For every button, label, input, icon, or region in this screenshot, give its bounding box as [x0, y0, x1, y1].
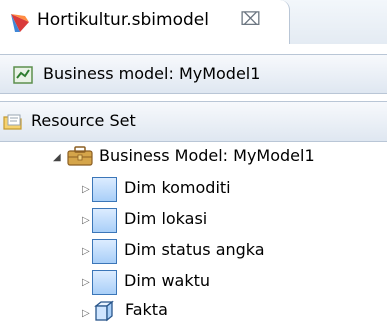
tree-item-dim-waktu[interactable]: ▷ Dim waktu [0, 266, 387, 297]
tree-item-fakta[interactable]: ▷ Fakta [0, 297, 387, 328]
sbi-model-icon [11, 14, 29, 32]
editor-tab-bar: Hortikultur.sbimodel ⌧ [0, 0, 387, 44]
business-model-section-header[interactable]: Business model: MyModel1 [0, 54, 387, 94]
tree-item-label: Dim status angka [124, 240, 265, 259]
collapsed-triangle-icon[interactable]: ▷ [82, 247, 92, 257]
business-model-icon [13, 66, 33, 84]
collapsed-triangle-icon[interactable]: ▷ [82, 185, 92, 195]
dimension-icon [92, 177, 117, 202]
business-model-briefcase-icon [67, 146, 93, 166]
tree-root-label: Business Model: MyModel1 [99, 146, 315, 165]
collapsed-triangle-icon[interactable]: ▷ [82, 309, 92, 319]
business-model-tree: ◢ Business Model: MyModel1 ▷ Dim komodit… [0, 142, 387, 325]
resource-set-section-header[interactable]: Resource Set [0, 101, 387, 142]
close-tab-icon[interactable]: ⌧ [240, 9, 261, 30]
business-model-section-label: Business model: MyModel1 [43, 64, 261, 83]
dimension-icon [92, 270, 117, 295]
expanded-triangle-icon[interactable]: ◢ [53, 153, 63, 163]
resource-set-label: Resource Set [31, 111, 136, 130]
dimension-icon [92, 208, 117, 233]
fact-cube-icon [94, 300, 114, 322]
tree-item-dim-komoditi[interactable]: ▷ Dim komoditi [0, 173, 387, 204]
collapsed-triangle-icon[interactable]: ▷ [82, 278, 92, 288]
tree-item-dim-lokasi[interactable]: ▷ Dim lokasi [0, 204, 387, 235]
dimension-icon [92, 239, 117, 264]
folder-icon [3, 114, 22, 130]
tree-root-business-model[interactable]: ◢ Business Model: MyModel1 [0, 142, 387, 173]
tree-item-label: Dim lokasi [124, 209, 208, 228]
tree-item-label: Dim waktu [124, 271, 211, 290]
collapsed-triangle-icon[interactable]: ▷ [82, 216, 92, 226]
tree-item-label: Dim komoditi [124, 178, 231, 197]
editor-tab-title: Hortikultur.sbimodel [37, 10, 209, 30]
tree-item-label: Fakta [125, 300, 168, 319]
tree-item-dim-status-angka[interactable]: ▷ Dim status angka [0, 235, 387, 266]
editor-tab-hortikultur[interactable]: Hortikultur.sbimodel ⌧ [0, 0, 290, 44]
